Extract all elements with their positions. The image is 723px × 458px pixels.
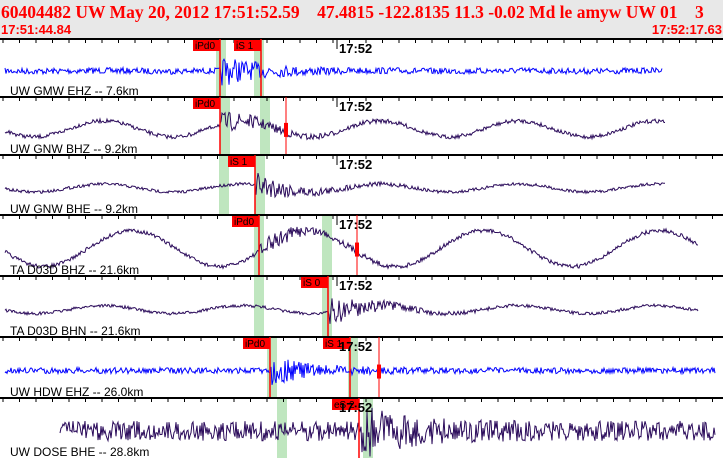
minute-label: 17:52: [339, 339, 372, 354]
waveform: [4, 111, 665, 141]
channel-label: UW GMW EHZ -- 7.6km: [10, 84, 139, 98]
pick-label: iPd0: [245, 339, 265, 350]
amp-marker: [284, 122, 288, 137]
minute-label: 17:52: [339, 400, 372, 415]
minute-label: 17:52: [339, 99, 372, 114]
minute-label: 17:52: [339, 157, 372, 172]
channel-label: UW GNW BHE -- 9.2km: [10, 202, 138, 216]
pick-label: iS 0: [303, 278, 321, 289]
start-time: 17:51:44.84: [1, 22, 72, 37]
channel-label: UW DOSE BHE -- 28.8km: [10, 445, 149, 458]
amp-marker: [377, 364, 381, 379]
event-header: 60404482 UW May 20, 2012 17:51:52.59 47.…: [0, 0, 723, 38]
phase-window: [220, 97, 230, 155]
waveform: [4, 359, 716, 386]
trace-2[interactable]: iS 1 17:52 UW GNW BHE -- 9.2km: [0, 154, 723, 216]
pick-label: iPd0: [234, 217, 254, 228]
phase-window: [322, 215, 332, 276]
waveform: [59, 407, 716, 457]
minute-label: 17:52: [339, 41, 372, 56]
channel-label: UW GNW BHZ -- 9.2km: [10, 142, 137, 156]
channel-label: TA D03D BHZ -- 21.6km: [10, 263, 139, 277]
trace-3[interactable]: iPd0 17:52 TA D03D BHZ -- 21.6km: [0, 214, 723, 277]
channel-label: UW HDW EHZ -- 26.0km: [10, 385, 143, 399]
minute-label: 17:52: [339, 217, 372, 232]
event-title: 60404482 UW May 20, 2012 17:51:52.59 47.…: [1, 2, 704, 22]
amp-marker: [355, 242, 359, 257]
pick-label: iPd0: [195, 99, 215, 110]
waveform: [4, 172, 666, 199]
pick-label: iPd0: [195, 41, 215, 52]
trace-5[interactable]: iPd0 iS 117:52UW HDW EHZ -- 26.0km: [0, 336, 723, 399]
waveform: [4, 58, 663, 86]
end-time: 17:52:17.63: [651, 22, 722, 37]
seismogram-panel[interactable]: iPd0 iS 1 17:52 UW GMW EHZ -- 7.6km iPd0 17:5…: [0, 38, 723, 458]
trace-1[interactable]: iPd0 17:52 UW GNW BHZ -- 9.2km: [0, 96, 723, 156]
trace-6[interactable]: eS 217:52UW DOSE BHE -- 28.8km: [0, 397, 723, 458]
trace-0[interactable]: iPd0 iS 1 17:52 UW GMW EHZ -- 7.6km: [0, 38, 723, 98]
waveform: [4, 298, 699, 324]
trace-4[interactable]: iS 0 17:52 TA D03D BHN -- 21.6km: [0, 275, 723, 338]
pick-label: iS 1: [236, 41, 254, 52]
channel-label: TA D03D BHN -- 21.6km: [10, 324, 140, 338]
pick-label: iS 1: [230, 157, 248, 168]
minute-label: 17:52: [339, 278, 372, 293]
